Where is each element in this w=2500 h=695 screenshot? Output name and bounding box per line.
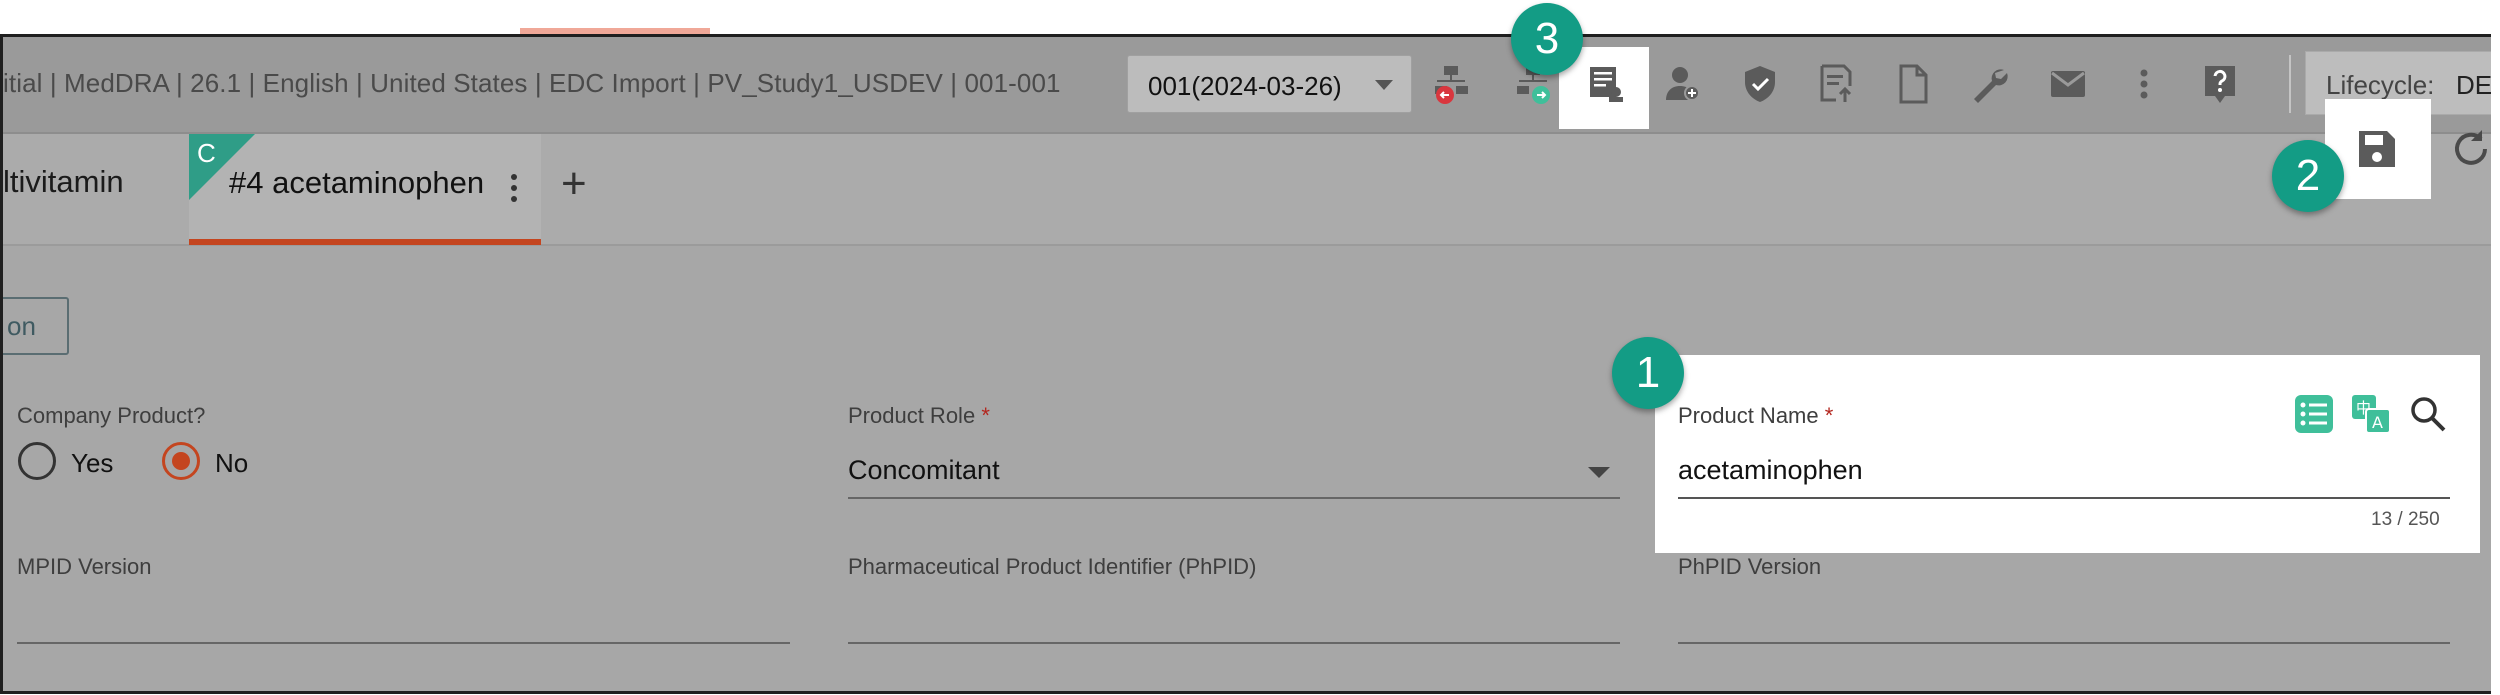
lifecycle-label: Lifecycle: — [2326, 70, 2435, 100]
mpid-version-label: MPID Version — [17, 554, 152, 579]
no-label: No — [215, 448, 249, 478]
partial-action-label: on — [7, 311, 36, 341]
tab-label: #4 acetaminophen — [229, 165, 485, 200]
mail-icon[interactable] — [2043, 59, 2093, 109]
phpid-version-input[interactable] — [1678, 642, 2450, 644]
phpid-version-label: PhPID Version — [1678, 554, 1822, 579]
tab-multivitamin[interactable]: ltivitamin — [3, 164, 124, 200]
add-tab-button[interactable]: + — [561, 154, 587, 214]
toolbar-divider — [2289, 55, 2291, 113]
annotation-badge-2: 2 — [2272, 140, 2344, 212]
chevron-down-icon — [1375, 80, 1393, 90]
product-name-input[interactable]: acetaminophen — [1678, 455, 1863, 486]
more-vertical-icon[interactable] — [2119, 59, 2169, 109]
svg-text:A: A — [2372, 413, 2383, 432]
product-name-label: Product Name * — [1678, 403, 1834, 428]
case-context-text: itial | MedDRA | 26.1 | English | United… — [3, 68, 1061, 98]
wrench-icon[interactable] — [1965, 59, 2015, 109]
more-vertical-icon[interactable] — [511, 174, 519, 207]
product-name-highlight — [1655, 355, 2480, 553]
company-product-yes-radio[interactable] — [18, 442, 56, 480]
product-role-label: Product Role * — [848, 403, 990, 428]
phpid-label: Pharmaceutical Product Identifier (PhPID… — [848, 554, 1257, 579]
annotation-badge-3: 3 — [1511, 3, 1583, 75]
chevron-down-icon[interactable] — [1588, 467, 1610, 478]
app-window: itial | MedDRA | 26.1 | English | United… — [0, 34, 2491, 694]
top-bar: itial | MedDRA | 26.1 | English | United… — [3, 37, 2491, 134]
user-add-icon[interactable] — [1657, 59, 1707, 109]
sitemap-back-icon[interactable] — [1426, 59, 1476, 109]
phpid-input[interactable] — [848, 642, 1620, 644]
version-select-value: 001(2024-03-26) — [1148, 71, 1342, 101]
mpid-version-input[interactable] — [17, 642, 790, 644]
version-select[interactable]: 001(2024-03-26) — [1127, 55, 1412, 113]
annotation-badge-1: 1 — [1612, 337, 1684, 409]
lifecycle-value: DE — [2456, 70, 2491, 100]
refresh-icon[interactable] — [2449, 127, 2491, 171]
tab-acetaminophen[interactable]: C #4 acetaminophen — [189, 134, 541, 245]
tab-status-letter: C — [197, 138, 216, 168]
help-icon[interactable] — [2195, 59, 2245, 109]
partial-action-button[interactable]: on — [3, 297, 69, 355]
yes-label: Yes — [71, 448, 114, 478]
shield-check-icon[interactable] — [1735, 59, 1785, 109]
company-product-no-radio[interactable] — [162, 442, 200, 480]
document-icon[interactable] — [1888, 59, 1938, 109]
save-icon — [2359, 131, 2395, 167]
product-role-underline — [848, 497, 1620, 499]
document-upload-icon[interactable] — [1811, 59, 1861, 109]
form-user-icon[interactable] — [1581, 59, 1631, 109]
case-tab-bar: ltivitamin C #4 acetaminophen + — [3, 134, 2491, 246]
product-name-char-counter: 13 / 250 — [2371, 509, 2440, 530]
translate-icon[interactable]: 中A — [2350, 393, 2392, 435]
list-icon[interactable] — [2293, 393, 2335, 435]
company-product-label: Company Product? — [17, 403, 206, 428]
search-icon[interactable] — [2407, 393, 2449, 435]
product-role-select[interactable]: Concomitant — [848, 455, 1000, 486]
product-name-underline — [1678, 497, 2450, 499]
